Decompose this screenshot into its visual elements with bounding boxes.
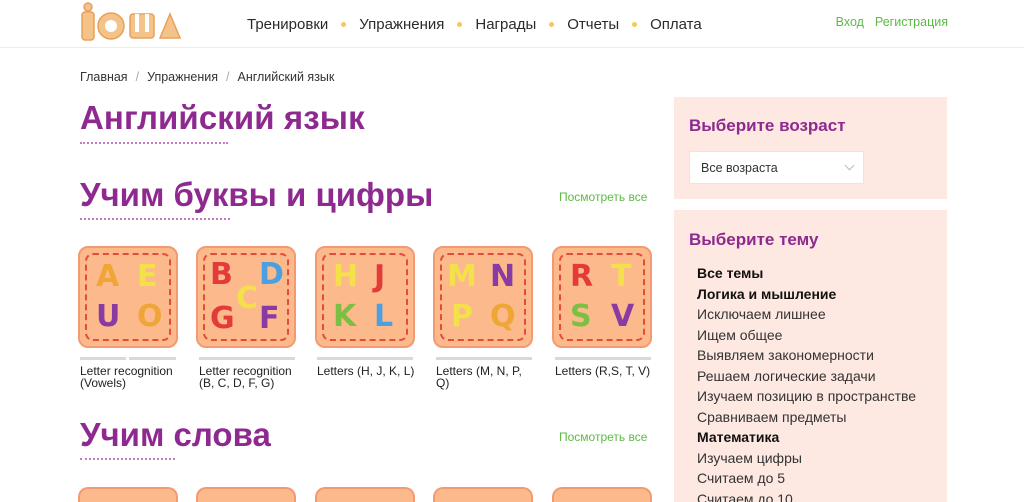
exercise-card-rstv[interactable]: R T S V [552,246,654,348]
main-nav: Тренировки Упражнения Награды Отчеты Опл… [247,14,702,34]
topic-item[interactable]: Изучаем позицию в пространстве [697,388,916,404]
letter-u: U [96,299,121,334]
card-progress-bar [129,357,176,360]
login-link[interactable]: Вход [836,15,864,29]
letter-s: S [570,299,592,334]
letter-j: J [374,259,386,294]
nav-trainings[interactable]: Тренировки [247,16,328,33]
exercise-card-vowels[interactable]: A E U O [78,246,180,348]
letter-k: K [333,299,357,334]
topic-item[interactable]: Логика и мышление [697,286,836,302]
card-title[interactable]: Letters (H, J, K, L) [317,365,421,377]
letter-c: C [236,281,259,316]
topic-item[interactable]: Ищем общее [697,327,782,343]
nav-exercises[interactable]: Упражнения [359,16,444,33]
card-thumbnail: H J K L [315,246,415,348]
age-filter-panel: Выберите возраст Все возраста [674,97,947,199]
topic-item[interactable]: Все темы [697,265,763,281]
age-select[interactable]: Все возраста [689,151,864,184]
card-title[interactable]: Letters (M, N, P, Q) [436,365,532,389]
site-header: Тренировки Упражнения Награды Отчеты Опл… [0,0,1024,48]
letter-a: A [96,259,120,294]
breadcrumb-separator: / [226,70,230,84]
exercise-card-thumbnail[interactable] [196,487,296,502]
exercise-card-thumbnail[interactable] [315,487,415,502]
section-underline [80,218,230,220]
card-progress-bar [317,357,413,360]
topic-item[interactable]: Решаем логические задачи [697,368,876,384]
title-underline [80,142,228,144]
nav-reports[interactable]: Отчеты [567,16,619,33]
nav-separator-dot [341,21,347,27]
see-all-letters-link[interactable]: Посмотреть все [559,190,647,204]
nav-payment[interactable]: Оплата [650,16,702,33]
topic-item[interactable]: Сравниваем предметы [697,409,846,425]
page-title: Английский язык [80,99,365,136]
card-progress-bar [199,357,295,360]
topic-item[interactable]: Изучаем цифры [697,450,802,466]
card-thumbnail: A E U O [78,246,178,348]
nav-separator-dot [632,21,638,27]
card-title[interactable]: Letter recognition (Vowels) [80,365,180,389]
breadcrumb-separator: / [135,70,140,84]
card-title[interactable]: Letters (R,S, T, V) [555,365,659,377]
card-thumbnail: M N P Q [433,246,533,348]
iqsha-logo[interactable] [80,2,192,44]
letter-v: V [611,299,635,334]
register-link[interactable]: Регистрация [875,15,948,29]
letter-t: T [611,259,632,294]
letter-p: P [451,299,473,334]
breadcrumb: Главная / Упражнения / Английский язык [80,70,334,84]
auth-links: Вход Регистрация [836,15,948,29]
exercise-card-hjkl[interactable]: H J K L [315,246,417,348]
exercise-card-mnpq[interactable]: M N P Q [433,246,535,348]
letter-g: G [210,301,235,336]
card-thumbnail: B D C G F [196,246,296,348]
nav-separator-dot [457,21,463,27]
letter-e: E [137,259,158,294]
section-title-words: Учим слова [80,416,271,453]
age-filter-title: Выберите возраст [689,116,846,135]
topic-item[interactable]: Считаем до 10 [697,491,793,502]
letter-o: O [137,299,163,334]
breadcrumb-current: Английский язык [237,70,335,84]
topic-item[interactable]: Выявляем закономерности [697,347,874,363]
letter-r: R [570,259,594,294]
nav-separator-dot [549,21,555,27]
letter-h: H [333,259,359,294]
exercise-card-bcdfg[interactable]: B D C G F [196,246,298,348]
chevron-down-icon [844,160,855,171]
card-thumbnail: R T S V [552,246,652,348]
letter-m: M [447,259,477,294]
exercise-card-thumbnail[interactable] [552,487,652,502]
card-progress-bar [555,357,651,360]
exercise-card-thumbnail[interactable] [78,487,178,502]
letter-n: N [490,259,516,294]
card-title[interactable]: Letter recognition (B, C, D, F, G) [199,365,303,389]
section-title-letters: Учим буквы и цифры [80,176,434,213]
topic-filter-title: Выберите тему [689,230,819,249]
section-underline [80,458,175,460]
topic-item[interactable]: Исключаем лишнее [697,306,826,322]
topic-item[interactable]: Математика [697,429,779,445]
nav-rewards[interactable]: Награды [475,16,536,33]
age-select-value: Все возраста [701,161,778,175]
card-progress-bar [436,357,532,360]
breadcrumb-home[interactable]: Главная [80,70,128,84]
exercise-card-thumbnail[interactable] [433,487,533,502]
card-progress-bar [80,357,126,360]
letter-q: Q [490,299,516,334]
topic-filter-panel: Выберите тему Все темы Логика и мышление И… [674,210,947,502]
topic-item[interactable]: Считаем до 5 [697,470,785,486]
letter-f: F [259,301,280,336]
breadcrumb-exercises[interactable]: Упражнения [147,70,218,84]
letter-b: B [210,257,233,292]
see-all-words-link[interactable]: Посмотреть все [559,430,647,444]
letter-d: D [259,257,284,292]
letter-l: L [374,299,394,334]
